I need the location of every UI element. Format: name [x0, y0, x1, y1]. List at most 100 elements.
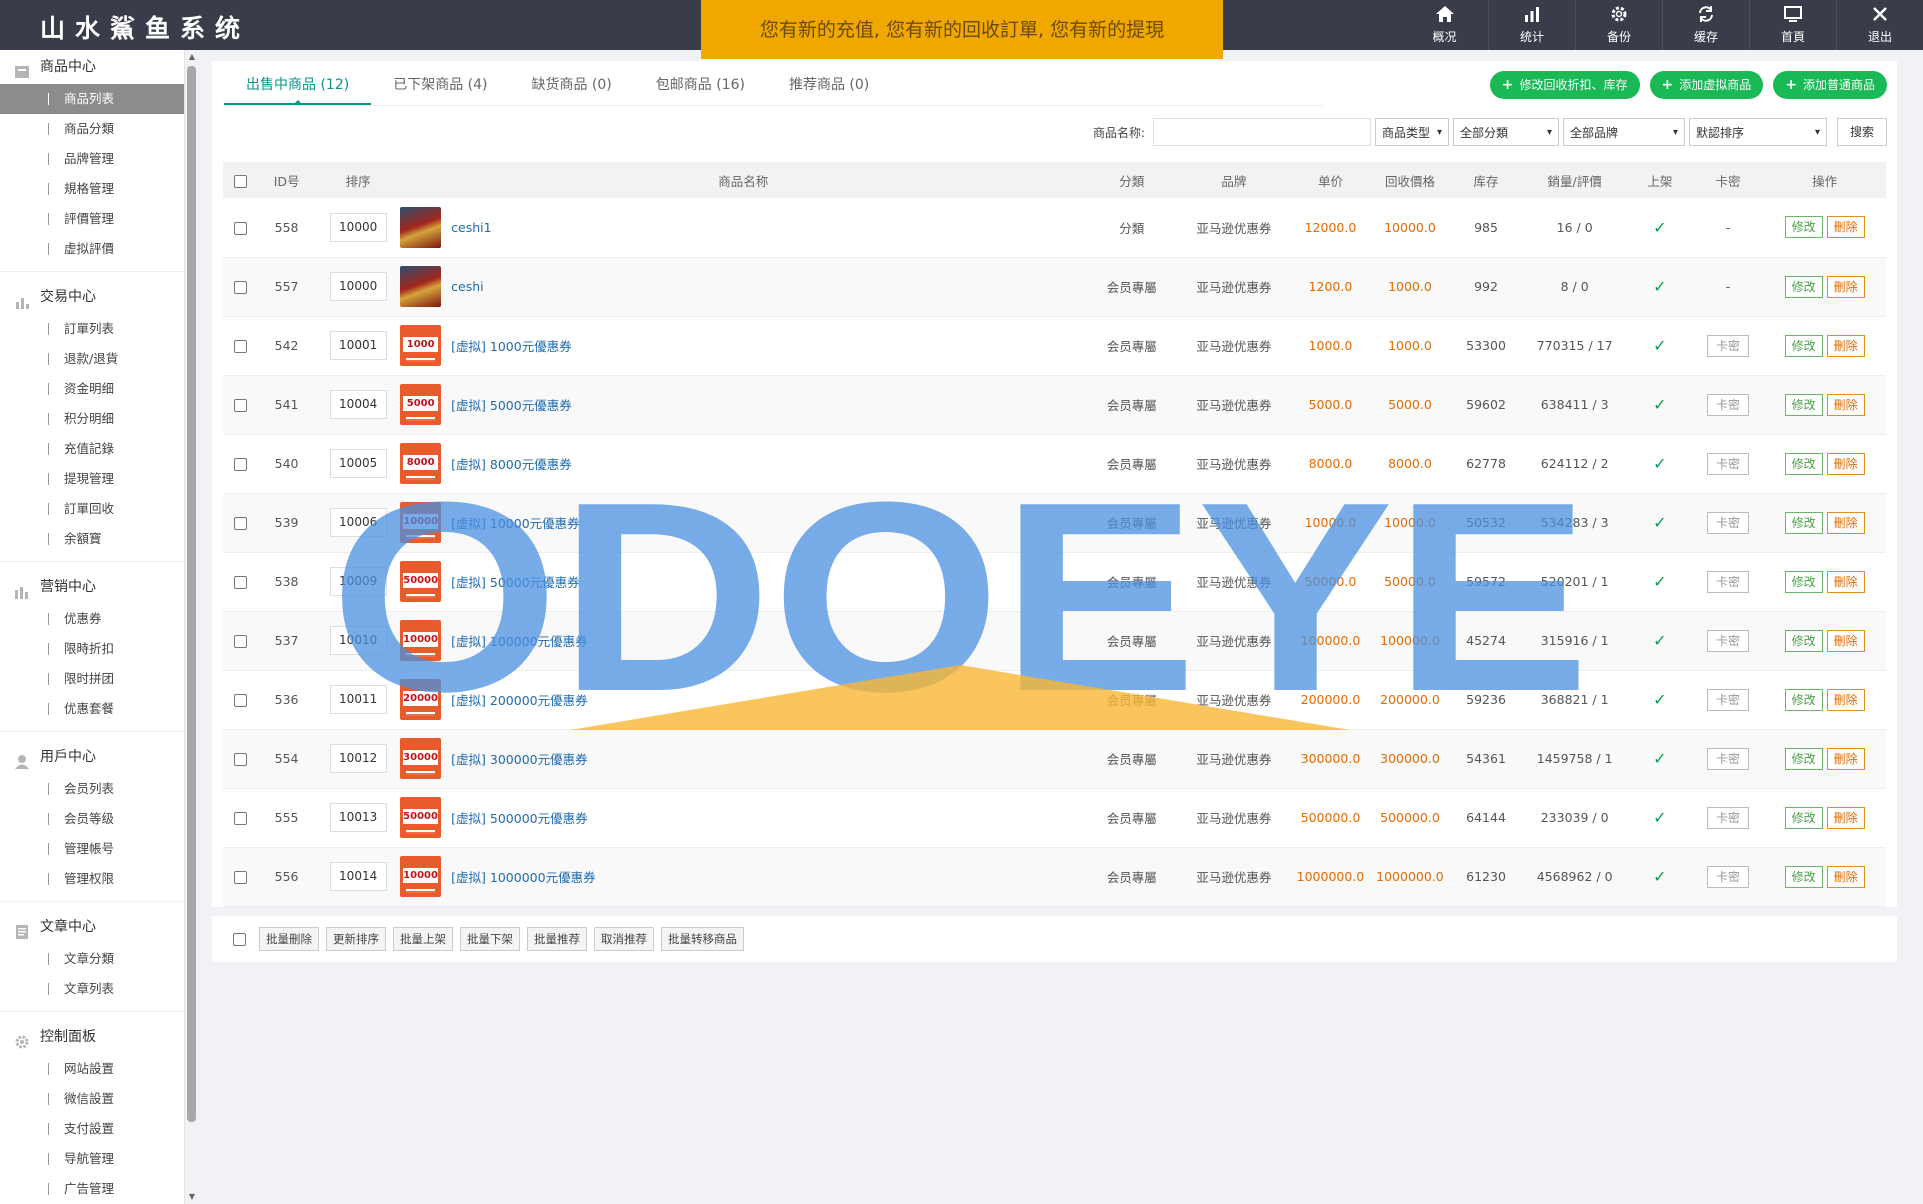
sidebar-item[interactable]: 管理权限	[0, 864, 184, 894]
batch-button[interactable]: 批量下架	[460, 927, 520, 951]
product-thumbnail[interactable]: 50000	[400, 561, 442, 602]
tab-1[interactable]: 已下架商品 (4)	[371, 73, 509, 105]
sidebar-item[interactable]: 余額寶	[0, 524, 184, 554]
sidebar-item[interactable]: 文章分類	[0, 944, 184, 974]
sidebar-item[interactable]: 支付設置	[0, 1114, 184, 1144]
product-name-link[interactable]: [虚拟] 5000元優惠券	[451, 398, 572, 413]
delete-button[interactable]: 刪除	[1826, 629, 1865, 652]
check-icon[interactable]: ✓	[1653, 631, 1666, 650]
sidebar-group-title[interactable]: 商品中心	[0, 50, 184, 84]
edit-button[interactable]: 修改	[1784, 806, 1823, 829]
sidebar-item[interactable]: 优惠券	[0, 604, 184, 634]
delete-button[interactable]: 刪除	[1826, 393, 1865, 416]
batch-button[interactable]: 批量转移商品	[661, 927, 744, 951]
row-checkbox[interactable]	[233, 694, 247, 707]
check-icon[interactable]: ✓	[1653, 218, 1666, 237]
col-order[interactable]: 排序	[316, 162, 400, 198]
order-input[interactable]: 10014	[329, 862, 387, 891]
edit-button[interactable]: 修改	[1784, 629, 1823, 652]
sort-select[interactable]: 默認排序 ▾	[1688, 118, 1827, 146]
sidebar-item[interactable]: 規格管理	[0, 174, 184, 204]
product-thumbnail[interactable]	[400, 206, 442, 248]
product-thumbnail[interactable]: 5000	[400, 384, 442, 425]
sidebar-item[interactable]: 广告管理	[0, 1174, 184, 1204]
type-select[interactable]: 商品类型 ▾	[1374, 118, 1449, 146]
row-checkbox[interactable]	[233, 753, 247, 766]
order-input[interactable]: 10009	[329, 567, 387, 596]
product-name-link[interactable]: ceshi	[451, 279, 483, 294]
topnav-item-5[interactable]: 退出	[1836, 0, 1923, 50]
page-scrollbar[interactable]	[1909, 61, 1923, 1204]
delete-button[interactable]: 刪除	[1826, 747, 1865, 770]
sidebar-group-title[interactable]: 文章中心	[0, 910, 184, 944]
product-name-link[interactable]: [虚拟] 10000元優惠券	[451, 516, 580, 531]
product-thumbnail[interactable]: 300000	[400, 738, 442, 779]
product-thumbnail[interactable]: 8000	[400, 443, 442, 484]
row-checkbox[interactable]	[233, 517, 247, 530]
product-name-link[interactable]: [虚拟] 50000元優惠券	[451, 575, 580, 590]
card-key-button[interactable]: 卡密	[1706, 570, 1749, 593]
select-all-checkbox[interactable]	[233, 174, 247, 188]
sidebar-item[interactable]: 限时拼团	[0, 664, 184, 694]
product-name-link[interactable]: ceshi1	[451, 220, 491, 235]
delete-button[interactable]: 刪除	[1826, 570, 1865, 593]
delete-button[interactable]: 刪除	[1826, 334, 1865, 357]
card-key-button[interactable]: 卡密	[1706, 629, 1749, 652]
brand-select[interactable]: 全部品牌 ▾	[1562, 118, 1685, 146]
delete-button[interactable]: 刪除	[1826, 452, 1865, 475]
row-checkbox[interactable]	[233, 635, 247, 648]
batch-button[interactable]: 批量推荐	[527, 927, 587, 951]
product-name-link[interactable]: [虚拟] 300000元優惠券	[451, 752, 587, 767]
topnav-item-1[interactable]: 统计	[1488, 0, 1575, 50]
sidebar-item[interactable]: 网站設置	[0, 1054, 184, 1084]
edit-button[interactable]: 修改	[1784, 688, 1823, 711]
edit-button[interactable]: 修改	[1784, 393, 1823, 416]
col-id[interactable]: ID号	[257, 162, 316, 198]
check-icon[interactable]: ✓	[1653, 395, 1666, 414]
topnav-item-0[interactable]: 概况	[1401, 0, 1488, 50]
delete-button[interactable]: 刪除	[1826, 688, 1865, 711]
product-thumbnail[interactable]: 500000	[400, 797, 442, 838]
card-key-button[interactable]: 卡密	[1706, 688, 1749, 711]
col-price[interactable]: 单价	[1291, 162, 1371, 198]
col-stock[interactable]: 库存	[1450, 162, 1523, 198]
notification-banner[interactable]: 您有新的充值, 您有新的回收訂單, 您有新的提現	[701, 0, 1223, 59]
row-checkbox[interactable]	[233, 281, 247, 294]
sidebar-item[interactable]: 充值記錄	[0, 434, 184, 464]
card-key-button[interactable]: 卡密	[1706, 865, 1749, 888]
product-thumbnail[interactable]: 100000	[400, 620, 442, 661]
delete-button[interactable]: 刪除	[1826, 806, 1865, 829]
check-icon[interactable]: ✓	[1653, 336, 1666, 355]
row-checkbox[interactable]	[233, 458, 247, 471]
check-icon[interactable]: ✓	[1653, 749, 1666, 768]
edit-button[interactable]: 修改	[1784, 452, 1823, 475]
sidebar-item[interactable]: 会员列表	[0, 774, 184, 804]
tab-3[interactable]: 包邮商品 (16)	[634, 73, 767, 105]
product-thumbnail[interactable]	[400, 266, 442, 307]
sidebar-item[interactable]: 会员等级	[0, 804, 184, 834]
product-name-link[interactable]: [虚拟] 1000元優惠券	[451, 339, 572, 354]
sidebar-item[interactable]: 文章列表	[0, 974, 184, 1004]
card-key-button[interactable]: 卡密	[1706, 334, 1749, 357]
sidebar-item[interactable]: 限時折扣	[0, 634, 184, 664]
sidebar-group-title[interactable]: 控制面板	[0, 1020, 184, 1054]
order-input[interactable]: 10012	[329, 744, 387, 773]
edit-button[interactable]: 修改	[1784, 334, 1823, 357]
sidebar-item[interactable]: 优惠套餐	[0, 694, 184, 724]
check-icon[interactable]: ✓	[1653, 690, 1666, 709]
order-input[interactable]: 10004	[329, 390, 387, 419]
edit-recycle-button[interactable]: + 修改回收折扣、库存	[1489, 71, 1640, 99]
row-checkbox[interactable]	[233, 221, 247, 235]
search-button[interactable]: 搜索	[1836, 118, 1887, 146]
order-input[interactable]: 10005	[329, 449, 387, 478]
delete-button[interactable]: 刪除	[1826, 865, 1865, 888]
card-key-button[interactable]: 卡密	[1706, 452, 1749, 475]
row-checkbox[interactable]	[233, 871, 247, 884]
sidebar-item[interactable]: 商品列表	[0, 84, 184, 114]
card-key-button[interactable]: 卡密	[1706, 806, 1749, 829]
check-icon[interactable]: ✓	[1653, 808, 1666, 827]
batch-button[interactable]: 批量上架	[393, 927, 453, 951]
col-recycle[interactable]: 回收價格	[1370, 162, 1450, 198]
edit-button[interactable]: 修改	[1784, 865, 1823, 888]
check-icon[interactable]: ✓	[1653, 454, 1666, 473]
